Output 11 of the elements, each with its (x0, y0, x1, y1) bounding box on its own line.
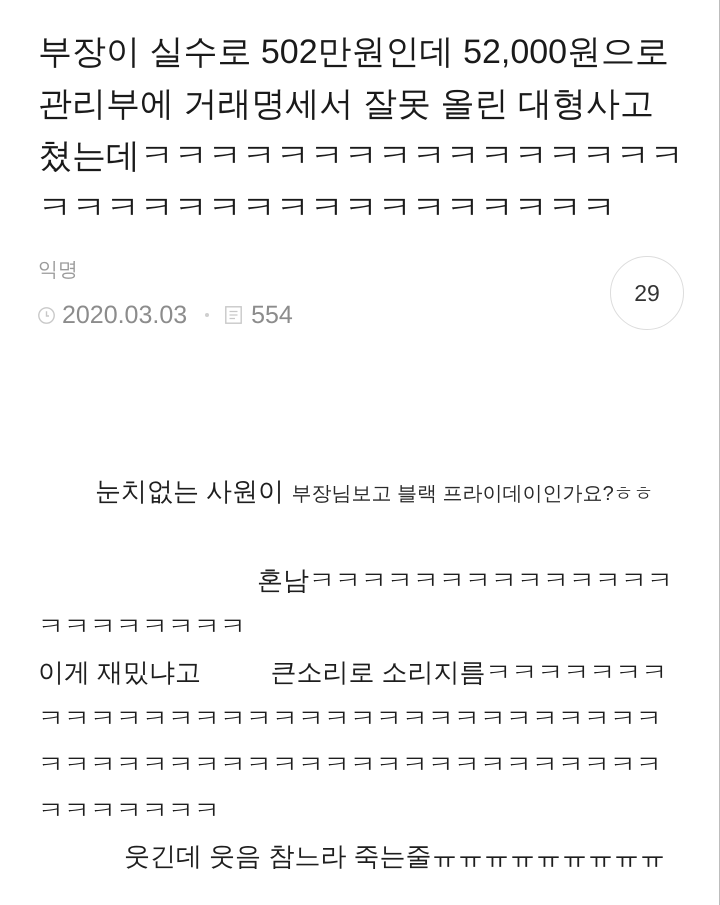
body-paragraph: 웃긴데 웃음 참느라 죽는줄ㅠㅠㅠㅠㅠㅠㅠㅠㅠ (123, 840, 667, 873)
body-paragraph: 이게 재밌냐고 큰소리로 소리지름ㅋㅋㅋㅋㅋㅋㅋㅋㅋㅋㅋㅋㅋㅋㅋㅋㅋㅋㅋㅋㅋㅋㅋㅋㅋㅋㅋㅋㅋㅋㅋㅋㅋㅋㅋㅋㅋㅋㅋㅋㅋㅋㅋㅋㅋㅋㅋㅋㅋㅋㅋㅋㅋㅋㅋㅋㅋㅋㅋㅋㅋㅋ (38, 656, 669, 827)
post-count: 554 (251, 300, 293, 330)
post-date: 2020.03.03 (62, 300, 188, 330)
body-paragraph: 눈치없는 사원이 부장님보고 블랙 프라이데이인가요?ㅎㅎ (94, 475, 655, 508)
document-icon (225, 306, 242, 324)
dot-icon (205, 313, 210, 317)
author-name: 익명 (38, 258, 78, 283)
body-paragraph: 혼남ㅋㅋㅋㅋㅋㅋㅋㅋㅋㅋㅋㅋㅋㅋㅋㅋㅋㅋㅋㅋㅋㅋ (38, 564, 674, 643)
clock-icon (38, 306, 55, 324)
post-title: 부장이 실수로 502만원인데 52,000원으로 관리부에 거래명세서 잘못 올린 대형사고쳤는데ㅋㅋㅋㅋㅋㅋㅋㅋㅋㅋㅋㅋㅋㅋㅋㅋㅋㅋㅋㅋㅋㅋㅋㅋㅋㅋㅋㅋㅋㅋㅋㅋㅋ (38, 32, 685, 229)
